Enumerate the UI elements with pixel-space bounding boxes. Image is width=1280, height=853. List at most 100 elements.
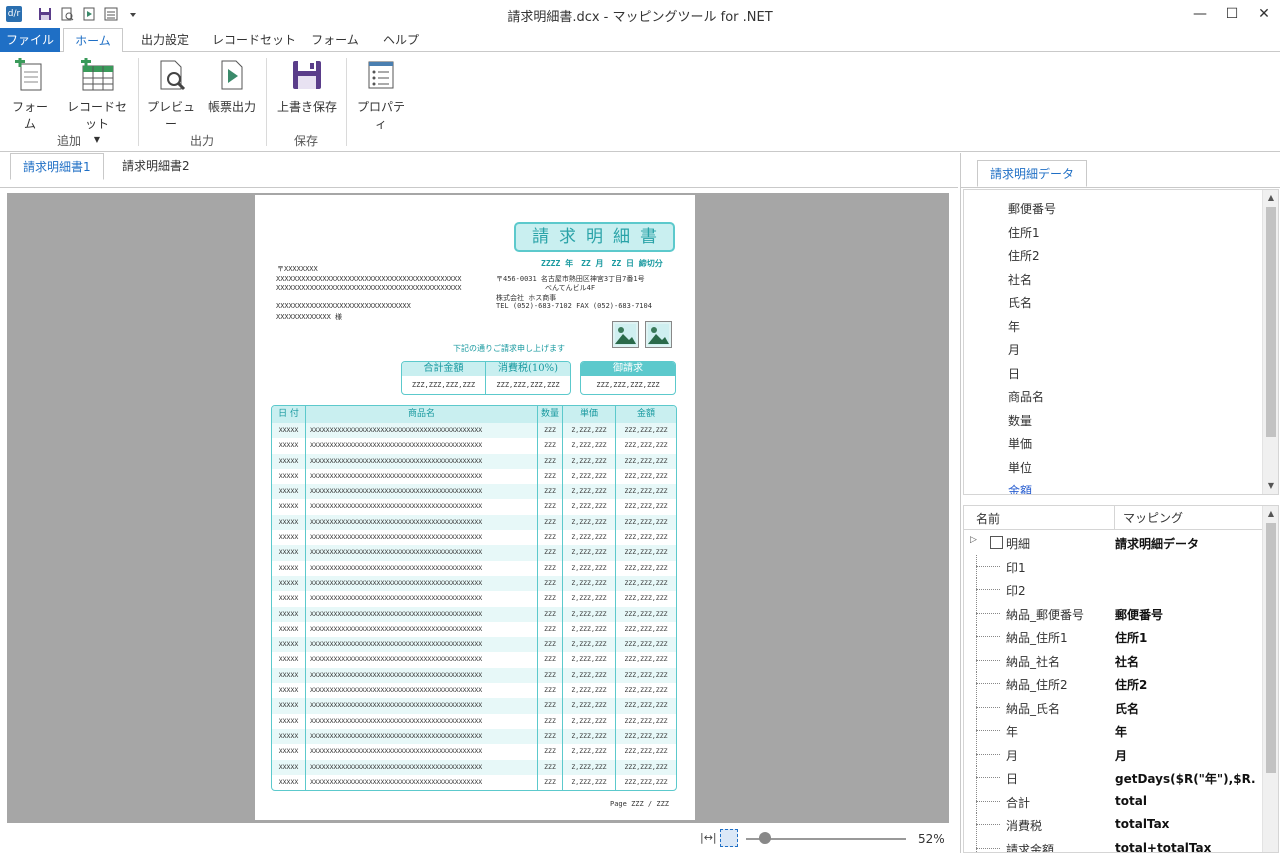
mapping-scrollbar[interactable]: ▲ — [1262, 506, 1278, 852]
doc-tab-2[interactable]: 請求明細書2 — [110, 153, 202, 179]
detail-cell: ZZZ — [538, 744, 563, 760]
field-list-scrollbar[interactable]: ▲ ▼ — [1262, 190, 1278, 494]
tree-line — [976, 847, 1000, 849]
detail-row: XXXXX XXXXXXXXXXXXXXXXXXXXXXXXXXXXXXXXXXX… — [272, 606, 676, 622]
mapping-row[interactable]: 納品_氏名 氏名 — [964, 695, 1264, 719]
field-item[interactable]: 住所2 — [1008, 247, 1040, 264]
invoice-message[interactable]: 下記の通りご請求申し上げます — [453, 343, 565, 354]
form-button[interactable]: フォーム — [8, 57, 52, 132]
invoice-paper[interactable]: 請求明細書 ZZZZ 年 ZZ 月 ZZ 日 締切分 〒XXXXXXXX XXX… — [255, 195, 695, 820]
detail-cell: Z,ZZZ,ZZZ — [563, 774, 616, 791]
mapping-row[interactable]: 納品_郵便番号 郵便番号 — [964, 601, 1264, 625]
total-tax-box[interactable]: 合計金額 ZZZ,ZZZ,ZZZ,ZZZ 消費税(10%) ZZZ,ZZZ,ZZ… — [401, 361, 571, 395]
field-item[interactable]: 数量 — [1008, 412, 1032, 429]
overwrite-save-button[interactable]: 上書き保存 — [274, 58, 340, 115]
invoice-date-line[interactable]: ZZZZ 年 ZZ 月 ZZ 日 締切分 — [541, 258, 663, 269]
field-item[interactable]: 氏名 — [1008, 294, 1032, 311]
close-button[interactable]: ✕ — [1248, 0, 1280, 28]
doc-tab-1[interactable]: 請求明細書1 — [10, 153, 104, 180]
tab-file[interactable]: ファイル — [0, 28, 60, 52]
mapping-row[interactable]: 消費税 totalTax — [964, 813, 1264, 836]
detail-cell: Z,ZZZ,ZZZ — [563, 423, 616, 439]
field-item[interactable]: 月 — [1008, 341, 1020, 358]
field-item[interactable]: 年 — [1008, 318, 1020, 335]
sender-building[interactable]: べんてんビル4F — [545, 283, 595, 293]
detail-row: XXXXX XXXXXXXXXXXXXXXXXXXXXXXXXXXXXXXXXXX… — [272, 545, 676, 561]
mapping-name: 印2 — [1006, 584, 1026, 598]
mapping-row[interactable]: 納品_住所1 住所1 — [964, 625, 1264, 648]
detail-cell: ZZZ — [538, 575, 563, 592]
mapping-table-header: 名前 マッピング — [964, 506, 1264, 530]
detail-table[interactable]: 日 付 商品名 数量 単価 金額 XXXXX XXXXXXXXXXXXXXXXXX… — [271, 405, 677, 792]
field-item[interactable]: 商品名 — [1008, 388, 1044, 405]
tab-home[interactable]: ホーム — [63, 28, 123, 53]
scroll-down-icon[interactable]: ▼ — [1263, 478, 1278, 494]
design-canvas[interactable]: 請求明細書 ZZZZ 年 ZZ 月 ZZ 日 締切分 〒XXXXXXXX XXX… — [7, 193, 949, 823]
sender-tel[interactable]: TEL (052)-683-7102 FAX (052)-683-7104 — [496, 302, 652, 310]
mapping-row[interactable]: 納品_社名 社名 — [964, 648, 1264, 672]
minimize-button[interactable]: — — [1184, 0, 1216, 28]
detail-cell: ZZZ — [538, 591, 563, 607]
maximize-button[interactable]: ☐ — [1216, 0, 1248, 28]
header-mapping[interactable]: マッピング — [1114, 506, 1183, 530]
field-list[interactable]: 郵便番号住所1 住所2 社名氏名年月日商品名数量単価単位金額 ▲ ▼ — [963, 189, 1279, 495]
zoom-slider-thumb[interactable] — [758, 832, 771, 844]
mapping-table[interactable]: 名前 マッピング ▷ 明細 請求明細データ 印1 印2 納品_郵便番号 郵便番号 納品_住所1… — [963, 505, 1279, 853]
mapping-row[interactable]: 日 getDays($R("年"),$R... — [964, 766, 1264, 789]
detail-cell: XXXXXXXXXXXXXXXXXXXXXXXXXXXXXXXXXXXXXXXX… — [306, 438, 538, 454]
field-item[interactable]: 社名 — [1008, 271, 1032, 288]
page-number[interactable]: Page ZZZ / ZZZ — [610, 800, 669, 808]
scroll-thumb[interactable] — [1266, 207, 1276, 437]
scroll-up-icon[interactable]: ▲ — [1263, 190, 1278, 206]
recipient-address1[interactable]: XXXXXXXXXXXXXXXXXXXXXXXXXXXXXXXXXXXXXXXX… — [276, 275, 461, 283]
mapping-row[interactable]: 請求金額 total+totalTax — [964, 836, 1264, 852]
detail-cell: XXXXXXXXXXXXXXXXXXXXXXXXXXXXXXXXXXXXXXXX… — [306, 453, 538, 469]
recipient-company[interactable]: XXXXXXXXXXXXXXXXXXXXXXXXXXXXXXXX — [276, 302, 411, 310]
field-item[interactable]: 金額 — [1008, 482, 1032, 494]
data-source-tab[interactable]: 請求明細データ — [977, 160, 1088, 187]
tab-help[interactable]: ヘルプ — [372, 28, 430, 52]
fit-width-icon[interactable]: |↔| — [700, 831, 717, 844]
scroll-thumb[interactable] — [1266, 523, 1276, 773]
billing-box[interactable]: 御請求 ZZZ,ZZZ,ZZZ,ZZZ — [580, 361, 676, 395]
detail-cell: ZZZ,ZZZ,ZZZ — [624, 563, 668, 572]
tab-form[interactable]: フォーム — [306, 28, 364, 52]
mapping-row[interactable]: 月月 — [964, 742, 1264, 766]
detail-cell: ZZZ,ZZZ,ZZZ — [624, 578, 668, 587]
recipient-address2[interactable]: XXXXXXXXXXXXXXXXXXXXXXXXXXXXXXXXXXXXXXXX… — [276, 284, 461, 292]
ribbon-separator — [346, 58, 347, 146]
fit-page-icon[interactable] — [720, 829, 738, 847]
detail-cell: ZZZ — [538, 545, 563, 561]
mapping-name: 明細 — [1006, 537, 1031, 551]
property-button[interactable]: プロパティ — [352, 58, 410, 132]
mapping-row[interactable]: 年年 — [964, 719, 1264, 742]
detail-cell: ZZZ,ZZZ,ZZZ — [624, 471, 668, 480]
expand-icon[interactable]: ▷ — [970, 535, 977, 545]
field-item[interactable]: 単位 — [1008, 459, 1032, 476]
detail-cell: Z,ZZZ,ZZZ — [563, 560, 616, 576]
detail-cell: XXXXX — [272, 698, 306, 714]
mapping-name: 納品_社名 — [1006, 654, 1061, 669]
recipient-person[interactable]: XXXXXXXXXXXXX 様 — [276, 312, 342, 322]
stamp-image-1-icon[interactable] — [612, 321, 639, 348]
preview-button[interactable]: プレビュー — [145, 58, 197, 132]
scroll-up-icon[interactable]: ▲ — [1263, 506, 1278, 522]
mapping-row[interactable]: 合計 total — [964, 789, 1264, 813]
mapping-row[interactable]: ▷ 明細 請求明細データ — [964, 531, 1264, 554]
header-name[interactable]: 名前 — [976, 510, 1000, 527]
recipient-postal[interactable]: 〒XXXXXXXX — [277, 264, 318, 274]
tab-output-settings[interactable]: 出力設定 — [132, 28, 198, 52]
field-item[interactable]: 日 — [1008, 365, 1020, 382]
invoice-title[interactable]: 請求明細書 — [514, 222, 675, 252]
field-item[interactable]: 単価 — [1008, 435, 1032, 452]
stamp-image-2-icon[interactable] — [645, 321, 672, 348]
mapping-row[interactable]: 納品_住所2 住所2 — [964, 672, 1264, 695]
print-output-button[interactable]: 帳票出力 — [203, 58, 261, 115]
field-item[interactable]: 郵便番号 — [1008, 200, 1056, 217]
field-item[interactable]: 住所1 — [1008, 224, 1040, 241]
tab-recordset[interactable]: レコードセット — [210, 28, 298, 52]
mapping-row[interactable]: 印2 — [964, 578, 1264, 601]
detail-cell: ZZZ — [538, 759, 563, 775]
detail-cell: ZZZ,ZZZ,ZZZ — [624, 426, 668, 434]
mapping-row[interactable]: 印1 — [964, 554, 1264, 578]
